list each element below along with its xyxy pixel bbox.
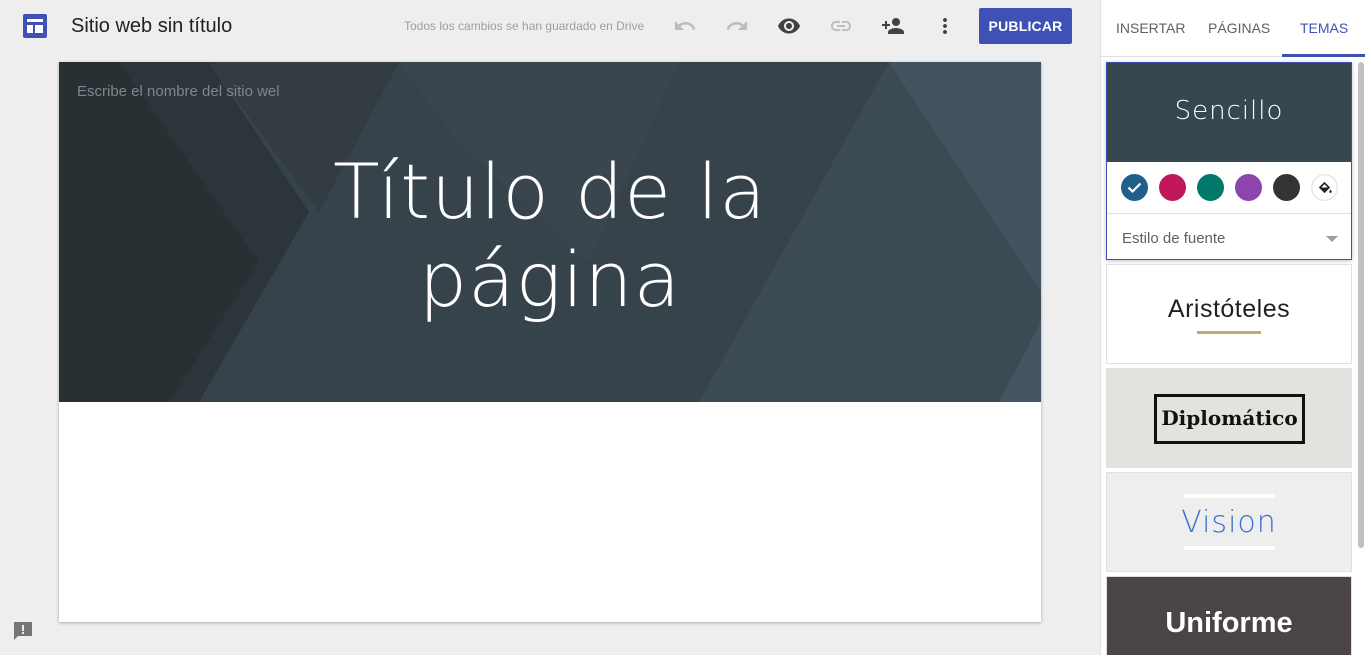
theme-name: Vision <box>1181 505 1277 540</box>
publish-button[interactable]: PUBLICAR <box>979 8 1072 44</box>
top-toolbar: Sitio web sin título Todos los cambios s… <box>0 0 1100 52</box>
redo-icon[interactable] <box>723 12 751 40</box>
google-sites-logo-icon[interactable] <box>23 14 47 38</box>
font-style-label: Estilo de fuente <box>1122 230 1226 247</box>
color-swatch-dark[interactable] <box>1273 174 1300 201</box>
color-swatch-pink[interactable] <box>1159 174 1186 201</box>
page-title[interactable]: Título de la página <box>59 148 1041 324</box>
theme-name: Diplomático <box>1161 406 1298 430</box>
theme-card-uniforme[interactable]: Uniforme <box>1106 576 1352 655</box>
color-swatch-purple[interactable] <box>1235 174 1262 201</box>
color-swatch-blue[interactable] <box>1121 174 1148 201</box>
feedback-icon[interactable] <box>12 621 34 641</box>
side-panel: INSERTAR PÁGINAS TEMAS Sencillo Estilo d… <box>1100 0 1365 655</box>
theme-card-vision[interactable]: Vision <box>1106 472 1352 572</box>
theme-accent-line-bottom <box>1184 546 1275 550</box>
theme-accent-rule <box>1197 331 1261 334</box>
color-swatch-teal[interactable] <box>1197 174 1224 201</box>
theme-name: Aristóteles <box>1167 295 1291 323</box>
theme-card-sencillo[interactable]: Sencillo Estilo de fuente <box>1106 62 1352 260</box>
page-title-line-1: Título de la <box>333 147 767 236</box>
active-tab-indicator <box>1282 54 1365 57</box>
theme-accent-line-top <box>1184 494 1275 498</box>
chevron-down-icon <box>1326 236 1338 242</box>
panel-scrollbar[interactable] <box>1358 62 1364 548</box>
add-person-icon[interactable] <box>879 12 907 40</box>
theme-name: Uniforme <box>1165 607 1293 639</box>
theme-card-aristoteles[interactable]: Aristóteles <box>1106 264 1352 364</box>
panel-tabs: INSERTAR PÁGINAS TEMAS <box>1101 0 1365 57</box>
tab-insertar[interactable]: INSERTAR <box>1116 20 1186 36</box>
more-vert-icon[interactable] <box>931 12 959 40</box>
font-style-dropdown[interactable]: Estilo de fuente <box>1107 215 1351 259</box>
tab-temas[interactable]: TEMAS <box>1300 20 1348 36</box>
link-icon[interactable] <box>827 12 855 40</box>
site-name-input[interactable]: Escribe el nombre del sitio wel <box>77 83 280 100</box>
page-header[interactable]: Escribe el nombre del sitio wel Título d… <box>59 62 1041 402</box>
theme-card-diplomatico[interactable]: Diplomático <box>1106 368 1352 468</box>
paint-bucket-icon[interactable] <box>1311 174 1338 201</box>
save-status: Todos los cambios se han guardado en Dri… <box>404 19 645 33</box>
site-title[interactable]: Sitio web sin título <box>71 15 232 38</box>
page-canvas[interactable]: Escribe el nombre del sitio wel Título d… <box>59 62 1041 622</box>
theme-name: Sencillo <box>1174 96 1284 126</box>
color-swatches <box>1107 162 1351 214</box>
theme-preview-sencillo: Sencillo <box>1107 63 1351 162</box>
eye-icon[interactable] <box>775 12 803 40</box>
tab-paginas[interactable]: PÁGINAS <box>1208 20 1270 36</box>
page-title-line-2: página <box>418 235 682 324</box>
undo-icon[interactable] <box>671 12 699 40</box>
